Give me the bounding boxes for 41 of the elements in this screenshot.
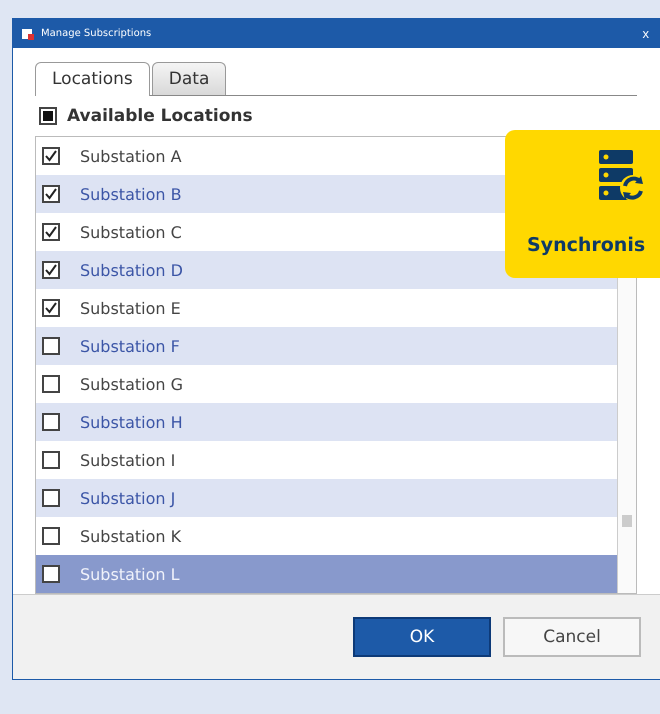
cancel-button[interactable]: Cancel (503, 617, 641, 657)
location-name: Substation D (80, 260, 183, 280)
checkbox[interactable] (42, 147, 60, 165)
location-row[interactable]: Substation A (36, 137, 617, 175)
select-all-checkbox[interactable] (39, 107, 57, 125)
location-row[interactable]: Substation H (36, 403, 617, 441)
checkbox[interactable] (42, 337, 60, 355)
checkbox[interactable] (42, 299, 60, 317)
location-name: Substation C (80, 222, 182, 242)
checkbox[interactable] (42, 527, 60, 545)
location-name: Substation E (80, 298, 181, 318)
checkbox[interactable] (42, 451, 60, 469)
location-row[interactable]: Substation K (36, 517, 617, 555)
window-title: Manage Subscriptions (41, 28, 152, 39)
checkbox[interactable] (42, 261, 60, 279)
checkbox[interactable] (42, 565, 60, 583)
ok-button[interactable]: OK (353, 617, 491, 657)
tab[interactable]: Data (152, 62, 226, 95)
location-name: Substation I (80, 450, 176, 470)
location-name: Substation A (80, 146, 182, 166)
list-heading: Available Locations (67, 106, 253, 126)
location-name: Substation K (80, 526, 182, 546)
checkbox[interactable] (42, 413, 60, 431)
checkbox[interactable] (42, 489, 60, 507)
location-row[interactable]: Substation I (36, 441, 617, 479)
location-row[interactable]: Substation E (36, 289, 617, 327)
location-name: Substation H (80, 412, 183, 432)
checkbox[interactable] (42, 223, 60, 241)
location-row[interactable]: Substation F (36, 327, 617, 365)
location-name: Substation L (80, 564, 180, 584)
location-name: Substation F (80, 336, 180, 356)
location-name: Substation G (80, 374, 183, 394)
location-row[interactable]: Substation J (36, 479, 617, 517)
checkbox[interactable] (42, 375, 60, 393)
location-name: Substation J (80, 488, 176, 508)
location-row[interactable]: Substation G (36, 365, 617, 403)
tab[interactable]: Locations (35, 62, 150, 96)
location-name: Substation B (80, 184, 182, 204)
checkbox[interactable] (42, 185, 60, 203)
app-icon (21, 26, 35, 40)
close-button[interactable]: x (638, 26, 653, 41)
